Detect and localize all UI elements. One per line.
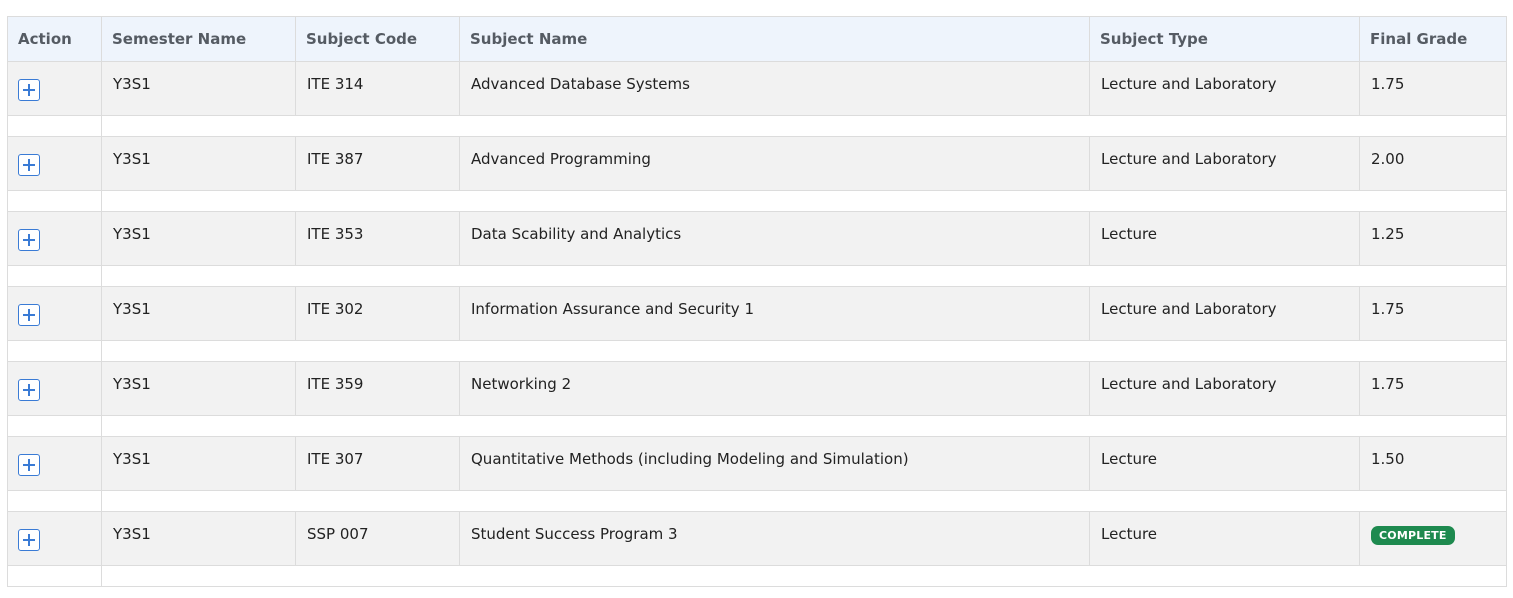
subject-code-cell: ITE 353 <box>295 211 460 266</box>
semester-cell: Y3S1 <box>101 61 296 116</box>
action-cell <box>7 61 102 116</box>
table-header-row: Action Semester Name Subject Code Subjec… <box>7 16 1507 62</box>
semester-cell: Y3S1 <box>101 511 296 566</box>
final-grade-cell: 2.00 <box>1359 136 1507 191</box>
detail-row <box>7 115 1507 137</box>
subject-name-cell: Data Scability and Analytics <box>459 211 1090 266</box>
semester-cell: Y3S1 <box>101 136 296 191</box>
semester-cell: Y3S1 <box>101 286 296 341</box>
detail-row <box>7 415 1507 437</box>
table-row: Y3S1 ITE 307 Quantitative Methods (inclu… <box>7 436 1507 491</box>
expand-row-button[interactable] <box>18 229 40 251</box>
grades-table: Action Semester Name Subject Code Subjec… <box>7 16 1507 587</box>
subject-type-cell: Lecture <box>1089 211 1360 266</box>
header-subject-code: Subject Code <box>295 16 460 62</box>
action-cell <box>7 361 102 416</box>
header-action: Action <box>7 16 102 62</box>
final-grade-cell: 1.75 <box>1359 286 1507 341</box>
detail-row <box>7 265 1507 287</box>
final-grade-cell: COMPLETE <box>1359 511 1507 566</box>
table-row: Y3S1 ITE 314 Advanced Database Systems L… <box>7 61 1507 116</box>
subject-name-cell: Advanced Programming <box>459 136 1090 191</box>
subject-code-cell: ITE 307 <box>295 436 460 491</box>
subject-name-cell: Information Assurance and Security 1 <box>459 286 1090 341</box>
table-row: Y3S1 SSP 007 Student Success Program 3 L… <box>7 511 1507 566</box>
subject-name-cell: Quantitative Methods (including Modeling… <box>459 436 1090 491</box>
final-grade-cell: 1.50 <box>1359 436 1507 491</box>
subject-type-cell: Lecture and Laboratory <box>1089 136 1360 191</box>
action-cell <box>7 286 102 341</box>
subject-code-cell: ITE 359 <box>295 361 460 416</box>
header-semester-name: Semester Name <box>101 16 296 62</box>
subject-code-cell: ITE 387 <box>295 136 460 191</box>
subject-code-cell: ITE 302 <box>295 286 460 341</box>
detail-row <box>7 490 1507 512</box>
table-row: Y3S1 ITE 302 Information Assurance and S… <box>7 286 1507 341</box>
subject-name-cell: Advanced Database Systems <box>459 61 1090 116</box>
header-subject-type: Subject Type <box>1089 16 1360 62</box>
action-cell <box>7 436 102 491</box>
subject-name-cell: Networking 2 <box>459 361 1090 416</box>
subject-code-cell: ITE 314 <box>295 61 460 116</box>
subject-type-cell: Lecture <box>1089 436 1360 491</box>
subject-type-cell: Lecture and Laboratory <box>1089 61 1360 116</box>
subject-code-cell: SSP 007 <box>295 511 460 566</box>
final-grade-cell: 1.75 <box>1359 61 1507 116</box>
subject-name-cell: Student Success Program 3 <box>459 511 1090 566</box>
detail-row <box>7 190 1507 212</box>
table-row: Y3S1 ITE 359 Networking 2 Lecture and La… <box>7 361 1507 416</box>
expand-row-button[interactable] <box>18 529 40 551</box>
final-grade-cell: 1.75 <box>1359 361 1507 416</box>
expand-row-button[interactable] <box>18 454 40 476</box>
header-final-grade: Final Grade <box>1359 16 1507 62</box>
expand-row-button[interactable] <box>18 79 40 101</box>
final-grade-cell: 1.25 <box>1359 211 1507 266</box>
semester-cell: Y3S1 <box>101 211 296 266</box>
expand-row-button[interactable] <box>18 154 40 176</box>
subject-type-cell: Lecture <box>1089 511 1360 566</box>
subject-type-cell: Lecture and Laboratory <box>1089 286 1360 341</box>
detail-row <box>7 340 1507 362</box>
complete-status-badge: COMPLETE <box>1371 526 1455 545</box>
expand-row-button[interactable] <box>18 379 40 401</box>
action-cell <box>7 211 102 266</box>
table-row: Y3S1 ITE 353 Data Scability and Analytic… <box>7 211 1507 266</box>
expand-row-button[interactable] <box>18 304 40 326</box>
action-cell <box>7 511 102 566</box>
semester-cell: Y3S1 <box>101 361 296 416</box>
subject-type-cell: Lecture and Laboratory <box>1089 361 1360 416</box>
semester-cell: Y3S1 <box>101 436 296 491</box>
grades-table-container: Action Semester Name Subject Code Subjec… <box>7 16 1507 587</box>
action-cell <box>7 136 102 191</box>
detail-row <box>7 565 1507 587</box>
table-row: Y3S1 ITE 387 Advanced Programming Lectur… <box>7 136 1507 191</box>
header-subject-name: Subject Name <box>459 16 1090 62</box>
